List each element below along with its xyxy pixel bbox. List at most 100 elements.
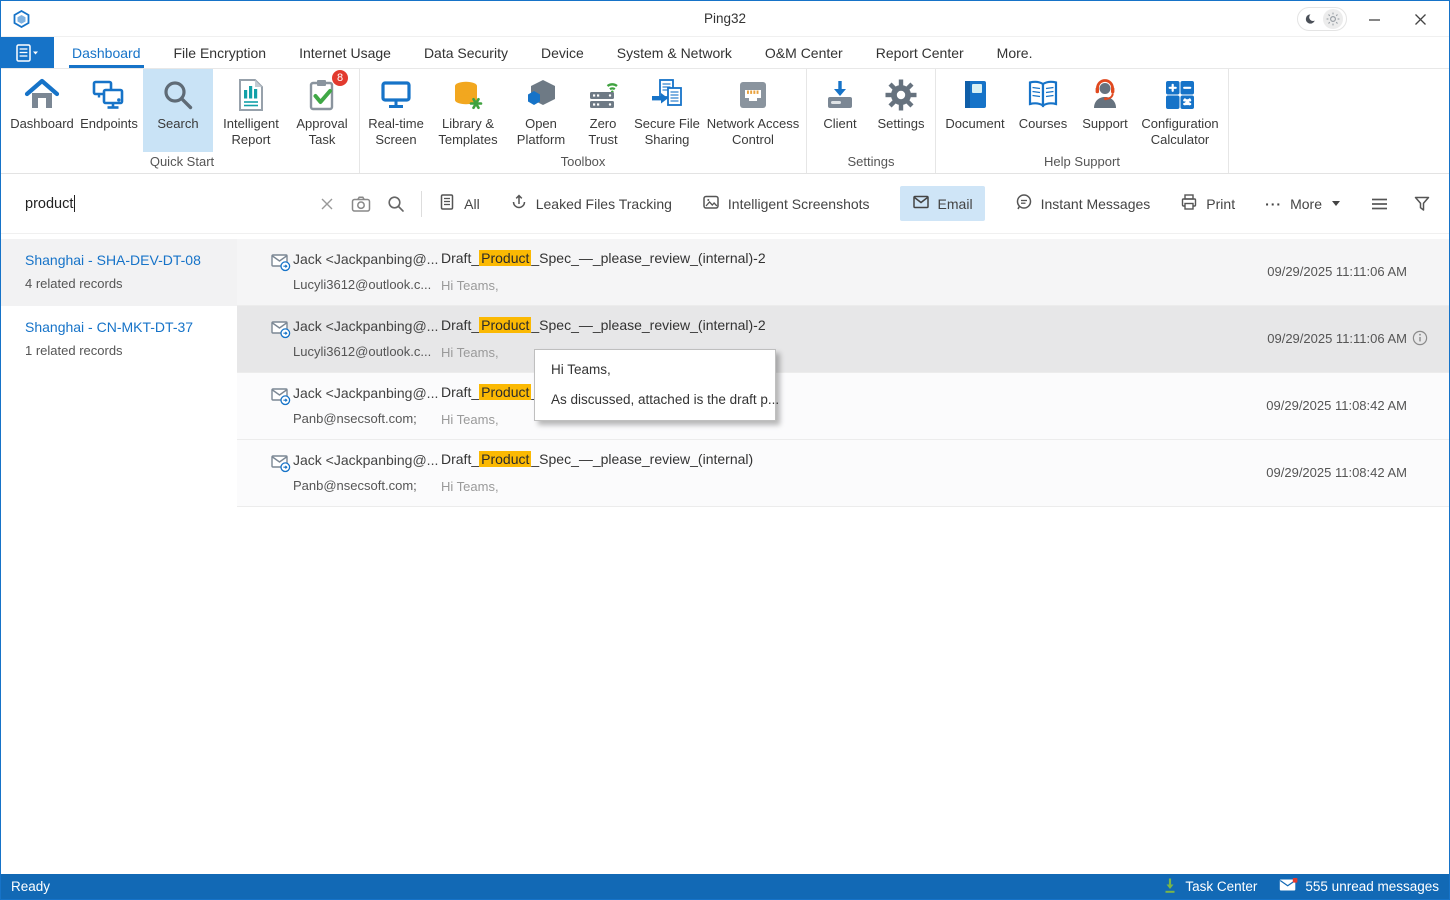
run-search-icon[interactable]: [387, 195, 405, 213]
ribbon-item-support[interactable]: Support: [1076, 69, 1134, 152]
ribbon-group-settings: Client Settings Settings: [807, 69, 936, 173]
ribbon-item-settings[interactable]: Settings: [871, 69, 931, 152]
filter-email[interactable]: Email: [900, 186, 985, 221]
ribbon-group-toolbox: Real-time Screen Library & Templates Ope…: [360, 69, 807, 173]
monitors-icon: [91, 74, 127, 116]
funnel-filter-icon[interactable]: [1413, 195, 1431, 213]
list-view-icon[interactable]: [1370, 195, 1389, 213]
window-controls: [1297, 1, 1439, 37]
tab-internet-usage[interactable]: Internet Usage: [299, 37, 391, 68]
caret-down-icon: [1332, 201, 1340, 206]
home-icon: [24, 74, 60, 116]
light-mode-sun-icon[interactable]: [1323, 9, 1343, 29]
app-menu-button[interactable]: [1, 37, 54, 68]
filter-intelligent-screenshots[interactable]: Intelligent Screenshots: [702, 193, 870, 214]
printer-icon: [1180, 193, 1198, 214]
text-cursor: [74, 195, 75, 212]
sidebar-item-device-2[interactable]: Shanghai - CN-MKT-DT-37 1 related record…: [1, 306, 237, 373]
email-result-list: Jack <Jackpanbing@... Lucyli3612@outlook…: [237, 235, 1449, 874]
ribbon-item-realtime-screen[interactable]: Real-time Screen: [364, 69, 428, 152]
tab-system-network[interactable]: System & Network: [617, 37, 732, 68]
ethernet-port-icon: [735, 74, 771, 116]
ribbon-item-document[interactable]: Document: [940, 69, 1010, 152]
sent-mail-icon: [271, 454, 291, 478]
tab-file-encryption[interactable]: File Encryption: [174, 37, 267, 68]
group-label-help-support: Help Support: [939, 152, 1225, 173]
ribbon-item-courses[interactable]: Courses: [1012, 69, 1074, 152]
ribbon-item-client[interactable]: Client: [811, 69, 869, 152]
group-label-toolbox: Toolbox: [363, 152, 803, 173]
ribbon-item-configuration-calculator[interactable]: Configuration Calculator: [1136, 69, 1224, 152]
ellipsis-icon: ···: [1265, 196, 1282, 212]
server-wifi-icon: [585, 74, 621, 116]
filter-all[interactable]: All: [438, 193, 480, 214]
group-label-quick-start: Quick Start: [8, 152, 356, 173]
group-label-settings: Settings: [810, 152, 932, 173]
ribbon-tabs: Dashboard File Encryption Internet Usage…: [72, 37, 1032, 68]
email-icon: [912, 193, 930, 214]
result-filters: All Leaked Files Tracking Intelligent Sc…: [438, 186, 1449, 221]
tab-report-center[interactable]: Report Center: [876, 37, 964, 68]
filter-instant-messages[interactable]: Instant Messages: [1015, 193, 1151, 214]
info-icon[interactable]: [1412, 330, 1428, 346]
ribbon-item-intelligent-report[interactable]: Intelligent Report: [215, 69, 287, 152]
ribbon-item-open-platform[interactable]: Open Platform: [508, 69, 574, 152]
search-term-highlight: Product: [479, 250, 531, 266]
unread-messages-button[interactable]: 555 unread messages: [1279, 878, 1439, 895]
all-results-icon: [438, 193, 456, 214]
tab-more[interactable]: More.: [997, 37, 1033, 68]
search-query: product: [25, 196, 73, 212]
tab-data-security[interactable]: Data Security: [424, 37, 508, 68]
preview-tooltip: Hi Teams, As discussed, attached is the …: [534, 349, 776, 421]
email-row-4[interactable]: Jack <Jackpanbing@... Panb@nsecsoft.com;…: [237, 440, 1449, 507]
filter-print[interactable]: Print: [1180, 193, 1235, 214]
calculator-icon: [1162, 74, 1198, 116]
ribbon-item-secure-file-sharing[interactable]: Secure File Sharing: [632, 69, 702, 152]
share-files-icon: [649, 74, 685, 116]
headset-agent-icon: [1087, 74, 1123, 116]
dark-mode-moon-icon[interactable]: [1301, 9, 1321, 29]
client-download-icon: [822, 74, 858, 116]
ribbon-item-endpoints[interactable]: Endpoints: [77, 69, 141, 152]
report-document-icon: [233, 74, 269, 116]
search-term-highlight: Product: [479, 384, 531, 400]
gear-icon: [883, 74, 919, 116]
email-row-1[interactable]: Jack <Jackpanbing@... Lucyli3612@outlook…: [237, 239, 1449, 306]
sent-mail-icon: [271, 320, 291, 344]
filter-more[interactable]: ··· More: [1265, 196, 1340, 212]
approval-badge: 8: [332, 70, 348, 86]
minimize-button[interactable]: [1355, 4, 1393, 34]
close-button[interactable]: [1401, 4, 1439, 34]
search-term-highlight: Product: [479, 451, 531, 467]
ribbon-item-search[interactable]: Search: [143, 69, 213, 152]
email-row-2[interactable]: Jack <Jackpanbing@... Lucyli3612@outlook…: [237, 306, 1449, 373]
tab-om-center[interactable]: O&M Center: [765, 37, 843, 68]
sidebar-item-device-1[interactable]: Shanghai - SHA-DEV-DT-08 4 related recor…: [1, 239, 237, 306]
open-book-icon: [1025, 74, 1061, 116]
ribbon-item-dashboard[interactable]: Dashboard: [9, 69, 75, 152]
ribbon-item-library-templates[interactable]: Library & Templates: [430, 69, 506, 152]
divider: [421, 191, 422, 217]
unread-mail-icon: [1279, 878, 1298, 895]
clear-search-icon[interactable]: [319, 196, 335, 212]
task-center-button[interactable]: Task Center: [1162, 877, 1257, 897]
ribbon-item-approval-task[interactable]: 8 Approval Task: [289, 69, 355, 152]
email-row-3[interactable]: Jack <Jackpanbing@... Panb@nsecsoft.com;…: [237, 373, 1449, 440]
status-bar: Ready Task Center 555 unread messages: [1, 874, 1449, 899]
ribbon-group-quick-start: Dashboard Endpoints Search: [5, 69, 360, 173]
ribbon-item-zero-trust[interactable]: Zero Trust: [576, 69, 630, 152]
tab-device[interactable]: Device: [541, 37, 584, 68]
sent-mail-icon: [271, 253, 291, 277]
theme-toggle[interactable]: [1297, 7, 1347, 31]
tab-dashboard[interactable]: Dashboard: [72, 37, 141, 68]
database-icon: [450, 74, 486, 116]
app-menu-icon: [16, 44, 40, 62]
search-input[interactable]: product: [25, 195, 319, 212]
content-area: Shanghai - SHA-DEV-DT-08 4 related recor…: [1, 235, 1449, 874]
sent-mail-icon: [271, 387, 291, 411]
ribbon-item-network-access-control[interactable]: Network Access Control: [704, 69, 802, 152]
filter-leaked-files-tracking[interactable]: Leaked Files Tracking: [510, 193, 672, 214]
camera-icon[interactable]: [351, 195, 371, 213]
search-icon: [160, 74, 196, 116]
monitor-icon: [378, 74, 414, 116]
